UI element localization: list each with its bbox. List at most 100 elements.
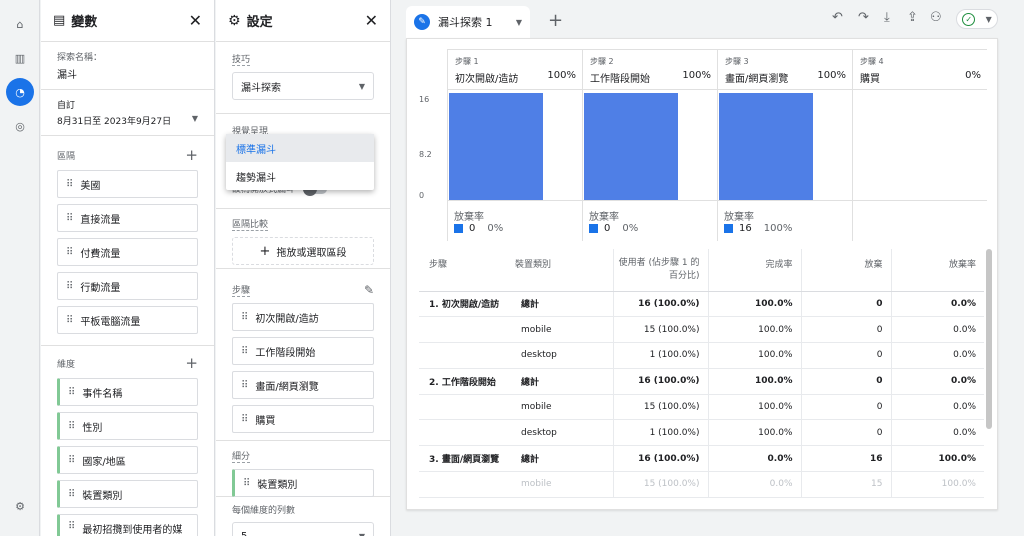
reports-icon[interactable]: ▥ — [6, 44, 34, 72]
technique-label: 技巧 — [232, 52, 251, 66]
dimension-chip[interactable]: ⠿ 性別 — [57, 412, 198, 440]
add-segment-plus-icon[interactable]: + — [185, 146, 198, 164]
cell-abandon-rate: 0.0% — [890, 291, 984, 318]
chevron-down-icon[interactable]: ▼ — [192, 114, 198, 127]
date-range-picker[interactable]: 自訂 8月31日至 2023年9月27日 ▼ — [41, 90, 214, 136]
home-icon[interactable]: ⌂ — [6, 10, 34, 38]
step-chip[interactable]: ⠿ 工作階段開始 — [232, 337, 374, 365]
col-step[interactable]: 步驟 — [419, 249, 515, 292]
table-row[interactable]: 1. 初次開啟/造訪 總計 16 (100.0%) 100.0% 0 0.0% — [419, 291, 984, 318]
col-device[interactable]: 裝置類別 — [515, 249, 613, 292]
tab-funnel-exploration[interactable]: ✎ 漏斗探索 1 ▼ — [406, 6, 530, 38]
dimensions-label: 維度 — [57, 359, 76, 370]
add-user-icon[interactable]: ⚇ — [930, 10, 942, 25]
technique-select[interactable]: 漏斗探索 ▼ — [232, 72, 374, 100]
table-row[interactable]: 2. 工作階段開始 總計 16 (100.0%) 100.0% 0 0.0% — [419, 368, 984, 395]
variables-header: ▤ 變數 ✕ — [41, 0, 214, 42]
legend-swatch — [724, 224, 733, 233]
drag-handle-icon[interactable]: ⠿ — [66, 179, 73, 190]
drag-handle-icon[interactable]: ⠿ — [68, 521, 75, 532]
abandon-stats: 0 0% — [589, 223, 638, 234]
chevron-down-icon[interactable]: ▼ — [516, 18, 522, 27]
option-trended-funnel[interactable]: 趨勢漏斗 — [226, 162, 374, 190]
option-standard-funnel[interactable]: 標準漏斗 — [226, 134, 374, 162]
breakdown-label: 細分 — [232, 449, 251, 463]
close-icon[interactable]: ✕ — [365, 11, 378, 30]
segment-dropzone[interactable]: + 拖放或選取區段 — [232, 237, 374, 265]
drag-handle-icon[interactable]: ⠿ — [68, 455, 75, 466]
dimension-chip[interactable]: ⠿ 國家/地區 — [57, 446, 198, 474]
step-chip[interactable]: ⠿ 畫面/網頁瀏覽 — [232, 371, 374, 399]
table-row[interactable]: mobile 15 (100.0%) 0.0% 15 100.0% — [419, 471, 984, 498]
advertising-icon[interactable]: ◎ — [6, 112, 34, 140]
drag-handle-icon[interactable]: ⠿ — [243, 478, 250, 489]
drag-handle-icon[interactable]: ⠿ — [68, 421, 75, 432]
funnel-step-column[interactable]: 步驟 4 購買 0% — [852, 49, 987, 241]
dimension-chip[interactable]: ⠿ 裝置類別 — [57, 480, 198, 508]
cell-abandon: 16 — [800, 445, 891, 473]
add-dimension-plus-icon[interactable]: + — [185, 354, 198, 372]
abandon-label: 放棄率 — [589, 212, 619, 223]
status-menu[interactable]: ✓ ▼ — [956, 9, 998, 29]
drag-handle-icon[interactable]: ⠿ — [68, 489, 75, 500]
segment-chip[interactable]: ⠿ 直接流量 — [57, 204, 198, 232]
col-completion[interactable]: 完成率 — [707, 249, 801, 292]
step-chip[interactable]: ⠿ 初次開啟/造訪 — [232, 303, 374, 331]
drag-handle-icon[interactable]: ⠿ — [66, 213, 73, 224]
explore-icon[interactable]: ◔ — [6, 78, 34, 106]
col-users[interactable]: 使用者 (佔步驟 1 的百分比) — [612, 249, 708, 292]
date-preset: 自訂 — [57, 101, 76, 111]
table-row[interactable]: 3. 畫面/網頁瀏覽 總計 16 (100.0%) 0.0% 16 100.0% — [419, 445, 984, 473]
edit-pencil-icon[interactable]: ✎ — [364, 283, 374, 297]
table-row[interactable]: mobile 15 (100.0%) 100.0% 0 0.0% — [419, 316, 984, 344]
close-icon[interactable]: ✕ — [189, 11, 202, 30]
cell-users: 16 (100.0%) — [612, 445, 708, 473]
tab-bar: ✎ 漏斗探索 1 ▼ + ↶ ↷ ⤓ ⇪ ⚇ ✓ ▼ — [392, 0, 1024, 38]
dimension-chip[interactable]: ⠿ 事件名稱 — [57, 378, 198, 406]
download-icon[interactable]: ⤓ — [884, 10, 890, 25]
share-folder-icon[interactable]: ⇪ — [907, 10, 918, 25]
date-range: 8月31日至 2023年9月27日 — [57, 117, 172, 127]
cell-step — [419, 471, 515, 498]
drag-handle-icon[interactable]: ⠿ — [68, 387, 75, 398]
table-row[interactable]: mobile 15 (100.0%) 100.0% 0 0.0% — [419, 394, 984, 421]
funnel-step-column[interactable]: 步驟 2 工作階段開始 100% 放棄率 0 0% — [582, 49, 717, 241]
cell-device: mobile — [515, 316, 613, 344]
segment-chip[interactable]: ⠿ 平板電腦流量 — [57, 306, 198, 334]
settings-gear-icon[interactable]: ⚙ — [6, 492, 34, 520]
variables-icon: ▤ — [53, 13, 66, 28]
breakdown-chip[interactable]: ⠿ 裝置類別 — [232, 469, 374, 497]
col-abandon[interactable]: 放棄 — [800, 249, 891, 292]
table-row[interactable]: desktop 1 (100.0%) 100.0% 0 0.0% — [419, 419, 984, 447]
funnel-bar[interactable] — [584, 93, 678, 200]
drag-handle-icon[interactable]: ⠿ — [241, 380, 248, 391]
segment-chip[interactable]: ⠿ 行動流量 — [57, 272, 198, 300]
undo-icon[interactable]: ↶ — [832, 10, 843, 25]
drag-handle-icon[interactable]: ⠿ — [66, 281, 73, 292]
funnel-bar[interactable] — [719, 93, 813, 200]
drag-handle-icon[interactable]: ⠿ — [241, 312, 248, 323]
table-scrollbar[interactable] — [986, 249, 992, 429]
add-tab-button[interactable]: + — [548, 10, 563, 31]
cell-step: 2. 工作階段開始 — [419, 368, 515, 395]
cell-device: 總計 — [515, 368, 613, 395]
step-name: 工作階段開始 — [590, 74, 650, 85]
drag-handle-icon[interactable]: ⠿ — [241, 414, 248, 425]
funnel-step-column[interactable]: 步驟 3 畫面/網頁瀏覽 100% 放棄率 16 100% — [717, 49, 852, 241]
exploration-name-value[interactable]: 漏斗 — [57, 66, 198, 81]
abandon-rate: 0% — [487, 223, 504, 234]
dimension-chip[interactable]: ⠿最初招攬到使用者的媒介 — [57, 514, 198, 536]
segment-chip[interactable]: ⠿ 付費流量 — [57, 238, 198, 266]
drag-handle-icon[interactable]: ⠿ — [241, 346, 248, 357]
redo-icon[interactable]: ↷ — [858, 10, 869, 25]
drag-handle-icon[interactable]: ⠿ — [66, 315, 73, 326]
funnel-step-column[interactable]: 步驟 1 初次開啟/造訪 100% 放棄率 0 0% — [447, 49, 582, 241]
step-chip[interactable]: ⠿ 購買 — [232, 405, 374, 433]
table-row[interactable]: desktop 1 (100.0%) 100.0% 0 0.0% — [419, 342, 984, 369]
rows-per-dimension-select[interactable]: 5 ▼ — [232, 522, 374, 536]
segment-chip[interactable]: ⠿ 美國 — [57, 170, 198, 198]
abandon-stats: 0 0% — [454, 223, 503, 234]
drag-handle-icon[interactable]: ⠿ — [66, 247, 73, 258]
col-abandon-rate[interactable]: 放棄率 — [890, 249, 984, 292]
funnel-bar[interactable] — [449, 93, 543, 200]
